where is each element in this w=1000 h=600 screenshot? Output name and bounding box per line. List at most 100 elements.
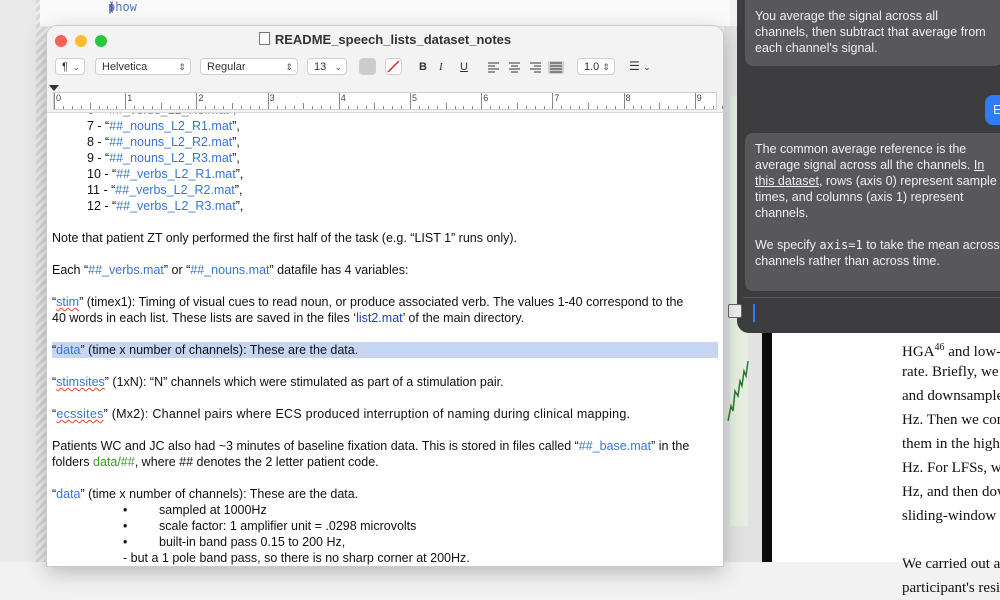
align-center-icon[interactable] bbox=[509, 62, 520, 73]
ruler-tick bbox=[570, 106, 572, 109]
align-left-icon[interactable] bbox=[488, 62, 499, 73]
ruler-tick bbox=[143, 106, 144, 109]
font-size-value: 13 bbox=[314, 61, 327, 73]
file-reference: ##_nouns_L2_R1.mat bbox=[109, 119, 233, 133]
align-right-icon[interactable] bbox=[530, 62, 541, 73]
stim-description: “stim” (timex1): Timing of visual cues t… bbox=[52, 295, 683, 309]
file-reference: ##_verbs_L2_R2.mat bbox=[115, 183, 235, 197]
list-item: 9 - “##_nouns_L2_R3.mat”, bbox=[87, 151, 240, 165]
text: Patients WC and JC also had ~3 minutes o… bbox=[52, 439, 579, 453]
paper-line: Hz. Then we con bbox=[902, 412, 1000, 428]
ruler-tick bbox=[427, 106, 429, 109]
ruler-tick bbox=[445, 103, 447, 109]
ruler-tick bbox=[712, 106, 714, 109]
font-family-select[interactable]: Helvetica ⇕ bbox=[95, 58, 191, 75]
ruler-tick bbox=[80, 106, 82, 109]
ruler-tick bbox=[71, 106, 73, 109]
ruler-tick bbox=[249, 106, 251, 109]
ruler-tick bbox=[623, 93, 625, 109]
text: ”, bbox=[234, 183, 243, 197]
ruler-tick bbox=[418, 106, 420, 109]
paper-text: HGA46 and low- rate. Briefly, we r and d… bbox=[902, 336, 1000, 600]
paper-line: participant's resi bbox=[902, 580, 1000, 596]
text: 7 - “ bbox=[87, 119, 110, 133]
ruler-tick bbox=[685, 106, 687, 109]
file-reference: list2.mat bbox=[356, 311, 403, 325]
bullet-item: • bbox=[123, 503, 128, 517]
ruler-tick bbox=[499, 106, 500, 109]
paragraph-icon: ¶ bbox=[62, 61, 68, 73]
document-body[interactable]: 6 - “##_verbs_L1_R3.mat”, 7 - “##_nouns_… bbox=[47, 113, 723, 566]
ruler-tick bbox=[169, 106, 171, 109]
text: ” (time x number of channels): These are… bbox=[80, 343, 359, 357]
text-caret bbox=[753, 304, 755, 322]
ruler-number: 3 bbox=[269, 93, 275, 103]
background-editor-gutter bbox=[0, 0, 48, 562]
text: ” (1xN): “N” channels which were stimula… bbox=[104, 375, 504, 389]
ruler-tick bbox=[116, 106, 118, 109]
text: 8 - “ bbox=[87, 135, 110, 149]
text: 9 - “ bbox=[87, 151, 110, 165]
text: ” (time x number of channels): These are… bbox=[80, 487, 359, 501]
chevron-down-icon: ⌄ bbox=[643, 62, 651, 72]
background-color-swatch[interactable] bbox=[385, 58, 402, 75]
ruler-tick bbox=[614, 106, 616, 109]
ruler-tick bbox=[561, 106, 563, 109]
ruler-tick bbox=[178, 106, 180, 109]
ruler-tick bbox=[677, 106, 678, 109]
ruler[interactable]: 0 1 2 3 4 5 6 7 8 9 bbox=[47, 82, 723, 113]
ruler-tick bbox=[151, 106, 153, 109]
file-reference: ##_verbs_L2_R1.mat bbox=[116, 167, 236, 181]
paper-line: sliding-window z bbox=[902, 508, 1000, 524]
user-message[interactable]: E bbox=[985, 95, 1000, 125]
baseline-paragraph: Patients WC and JC also had ~3 minutes o… bbox=[52, 439, 689, 453]
chat-input[interactable] bbox=[743, 297, 1000, 328]
variable-name: ecssites bbox=[56, 407, 104, 421]
indent-marker-icon[interactable] bbox=[49, 85, 59, 91]
title-bar[interactable]: README_speech_lists_dataset_notes bbox=[47, 26, 723, 54]
data-description-2: “data” (time x number of channels): Thes… bbox=[52, 487, 358, 501]
file-reference: ##_verbs_L2_R3.mat bbox=[116, 199, 236, 213]
panel-toggle-icon[interactable] bbox=[728, 304, 742, 318]
ruler-tick bbox=[303, 103, 305, 109]
ruler-tick bbox=[276, 106, 278, 109]
ruler-tick bbox=[516, 103, 518, 109]
window-title-text: README_speech_lists_dataset_notes bbox=[274, 32, 512, 47]
text-color-swatch[interactable] bbox=[359, 58, 376, 75]
text: , where ## denotes the 2 letter patient … bbox=[134, 455, 379, 469]
list-item: 8 - “##_nouns_L2_R2.mat”, bbox=[87, 135, 240, 149]
font-style-select[interactable]: Regular ⇕ bbox=[200, 58, 298, 75]
text: 12 - “ bbox=[87, 199, 117, 213]
ruler-tick bbox=[525, 106, 527, 109]
ruler-tick bbox=[356, 106, 358, 109]
line-spacing-select[interactable]: 1.0 ⇕ bbox=[577, 58, 615, 75]
italic-button[interactable]: I bbox=[439, 60, 443, 74]
underline-button[interactable]: U bbox=[460, 60, 468, 74]
ruler-tick bbox=[721, 106, 723, 109]
paragraph-style-button[interactable]: ¶ ⌄ bbox=[55, 58, 85, 75]
ruler-tick bbox=[54, 93, 55, 109]
variable-name: stimsites bbox=[56, 375, 105, 389]
paper-line: Hz, and then dow bbox=[902, 484, 1000, 500]
ruler-tick bbox=[321, 106, 322, 109]
window-title: README_speech_lists_dataset_notes bbox=[47, 32, 723, 47]
ruler-number: 0 bbox=[56, 93, 62, 103]
ruler-number: 5 bbox=[412, 93, 418, 103]
chevron-updown-icon: ⇕ bbox=[285, 62, 293, 72]
font-size-field[interactable]: 13 ⌄ bbox=[307, 58, 347, 75]
ruler-tick bbox=[98, 106, 100, 109]
baseline-paragraph-cont: folders data/##, where ## denotes the 2 … bbox=[52, 455, 379, 469]
ruler-tick bbox=[312, 106, 314, 109]
ruler-tick bbox=[374, 103, 376, 109]
ruler-tick bbox=[107, 106, 109, 109]
ruler-tick bbox=[703, 106, 705, 109]
bullet-item: • bbox=[123, 519, 128, 533]
alignment-buttons bbox=[488, 61, 564, 74]
ruler-number: 6 bbox=[483, 93, 489, 103]
ruler-tick bbox=[285, 106, 287, 109]
text: 40 words in each list. These lists are s… bbox=[52, 311, 357, 325]
bold-button[interactable]: B bbox=[419, 60, 427, 74]
list-style-button[interactable]: ☰ ⌄ bbox=[629, 59, 651, 74]
ruler-number: 9 bbox=[696, 93, 702, 103]
ruler-tick bbox=[659, 103, 661, 109]
